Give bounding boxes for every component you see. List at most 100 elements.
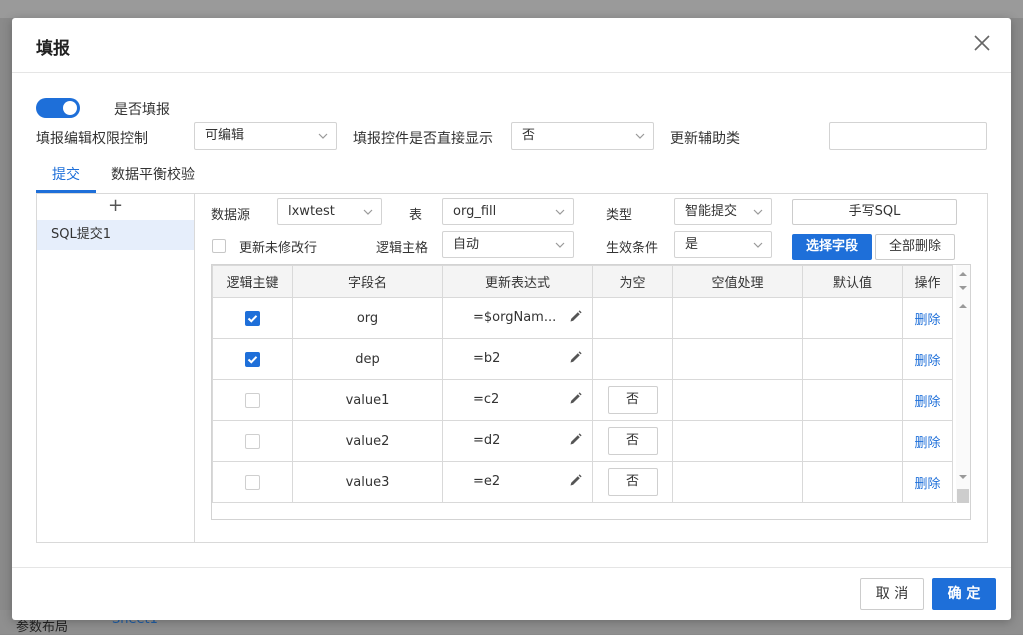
delete-row-link[interactable]: 删除 — [914, 477, 940, 492]
update-expr-text: =d2 — [473, 433, 501, 448]
null-handling-cell[interactable] — [672, 297, 803, 339]
helper-class-label: 更新辅助类 — [670, 131, 740, 147]
pencil-icon[interactable] — [569, 474, 582, 487]
permission-label: 填报编辑权限控制 — [36, 131, 148, 147]
scroll-down-icon[interactable] — [959, 284, 967, 292]
table-label: 表 — [409, 208, 423, 223]
tab-submit[interactable]: 提交 — [52, 164, 80, 184]
table-select-value: org_fill — [453, 204, 497, 219]
default-value-cell[interactable] — [802, 461, 903, 503]
fill-toggle[interactable] — [36, 98, 80, 118]
scrollbar-thumb[interactable] — [957, 489, 969, 503]
table-row: org =$orgNam... 删除 — [212, 297, 953, 339]
permission-select-value: 可编辑 — [205, 128, 245, 143]
update-expr-text: =$orgNam... — [473, 310, 557, 325]
grid-horizontal-scrollbar[interactable] — [211, 502, 971, 520]
cancel-button[interactable]: 取 消 — [860, 578, 924, 610]
chevron-down-icon — [318, 133, 328, 139]
update-expr-cell[interactable]: =b2 — [442, 338, 593, 380]
select-fields-button[interactable]: 选择字段 — [792, 234, 872, 260]
ok-button[interactable]: 确 定 — [932, 578, 996, 610]
field-name-cell: org — [292, 297, 443, 339]
chevron-down-icon — [555, 242, 565, 248]
update-expr-cell[interactable]: =e2 — [442, 461, 593, 503]
default-value-cell[interactable] — [802, 420, 903, 462]
default-value-cell[interactable] — [802, 379, 903, 421]
pencil-icon[interactable] — [569, 351, 582, 364]
direct-display-label: 填报控件是否直接显示 — [353, 131, 493, 147]
field-name-cell: value1 — [292, 379, 443, 421]
type-select-value: 智能提交 — [685, 204, 738, 219]
null-handling-cell[interactable] — [672, 461, 803, 503]
null-handling-cell[interactable] — [672, 338, 803, 380]
chevron-down-icon — [753, 242, 763, 248]
logic-key-checkbox[interactable] — [245, 392, 260, 408]
default-value-cell[interactable] — [802, 338, 903, 380]
direct-display-select[interactable]: 否 — [511, 122, 654, 150]
null-handling-cell[interactable] — [672, 420, 803, 462]
delete-row-link[interactable]: 删除 — [914, 313, 940, 328]
is-null-cell — [592, 338, 673, 380]
delete-row-link[interactable]: 删除 — [914, 436, 940, 451]
col-header-field-name: 字段名 — [292, 265, 443, 298]
check-icon — [247, 314, 258, 323]
update-expr-text: =c2 — [473, 392, 500, 407]
scroll-down-icon[interactable] — [959, 473, 967, 481]
update-expr-text: =b2 — [473, 351, 501, 366]
tab-balance-check[interactable]: 数据平衡校验 — [111, 164, 195, 184]
logic-key-checkbox[interactable] — [245, 351, 260, 367]
dialog-title: 填报 — [36, 39, 70, 59]
grid-vertical-scrollbar[interactable] — [956, 265, 970, 503]
pencil-icon[interactable] — [569, 310, 582, 323]
field-name-cell: value2 — [292, 420, 443, 462]
permission-select[interactable]: 可编辑 — [194, 122, 337, 150]
pencil-icon[interactable] — [569, 433, 582, 446]
update-unmodified-checkbox[interactable] — [212, 239, 226, 253]
delete-all-button[interactable]: 全部删除 — [875, 234, 955, 260]
delete-row-link[interactable]: 删除 — [914, 354, 940, 369]
logic-key-checkbox[interactable] — [245, 310, 260, 326]
logic-key-checkbox[interactable] — [245, 433, 260, 449]
field-name-cell: value3 — [292, 461, 443, 503]
add-submit-button[interactable]: + — [36, 194, 195, 220]
effective-condition-select[interactable]: 是 — [674, 231, 772, 258]
chevron-down-icon — [555, 209, 565, 215]
check-icon — [247, 355, 258, 364]
table-select[interactable]: org_fill — [442, 198, 574, 225]
col-header-default: 默认值 — [802, 265, 903, 298]
handwrite-sql-button[interactable]: 手写SQL — [792, 199, 957, 225]
update-expr-cell[interactable]: =c2 — [442, 379, 593, 421]
pencil-icon[interactable] — [569, 392, 582, 405]
update-unmodified-label: 更新未修改行 — [239, 241, 318, 256]
helper-class-input[interactable] — [829, 122, 987, 150]
col-header-null-handling: 空值处理 — [672, 265, 803, 298]
close-icon[interactable] — [973, 34, 991, 52]
null-handling-cell[interactable] — [672, 379, 803, 421]
type-label: 类型 — [606, 208, 633, 223]
submit-list-item[interactable]: SQL提交1 — [37, 220, 194, 250]
grid-header-row: 逻辑主键 字段名 更新表达式 为空 空值处理 默认值 操作 — [212, 265, 953, 298]
scroll-up-icon[interactable] — [959, 302, 967, 310]
chevron-down-icon — [635, 133, 645, 139]
logic-master-select[interactable]: 自动 — [442, 231, 574, 258]
table-row: value2 =d2 否 删除 — [212, 420, 953, 462]
update-expr-cell[interactable]: =$orgNam... — [442, 297, 593, 339]
type-select[interactable]: 智能提交 — [674, 198, 772, 225]
logic-key-checkbox[interactable] — [245, 474, 260, 490]
delete-row-link[interactable]: 删除 — [914, 395, 940, 410]
is-null-select[interactable]: 否 — [607, 427, 658, 455]
table-row: value1 =c2 否 删除 — [212, 379, 953, 421]
datasource-select-value: lxwtest — [288, 204, 335, 219]
is-null-select[interactable]: 否 — [607, 468, 658, 496]
logic-master-label: 逻辑主格 — [376, 241, 429, 256]
update-expr-cell[interactable]: =d2 — [442, 420, 593, 462]
is-null-cell — [592, 297, 673, 339]
dialog-header: 填报 — [12, 18, 1011, 73]
is-null-select[interactable]: 否 — [607, 386, 658, 414]
datasource-select[interactable]: lxwtest — [277, 198, 382, 225]
dialog-footer-divider — [12, 567, 1011, 568]
default-value-cell[interactable] — [802, 297, 903, 339]
effective-condition-label: 生效条件 — [606, 241, 659, 256]
scroll-up-icon[interactable] — [959, 270, 967, 278]
col-header-logic-key: 逻辑主键 — [212, 265, 293, 298]
